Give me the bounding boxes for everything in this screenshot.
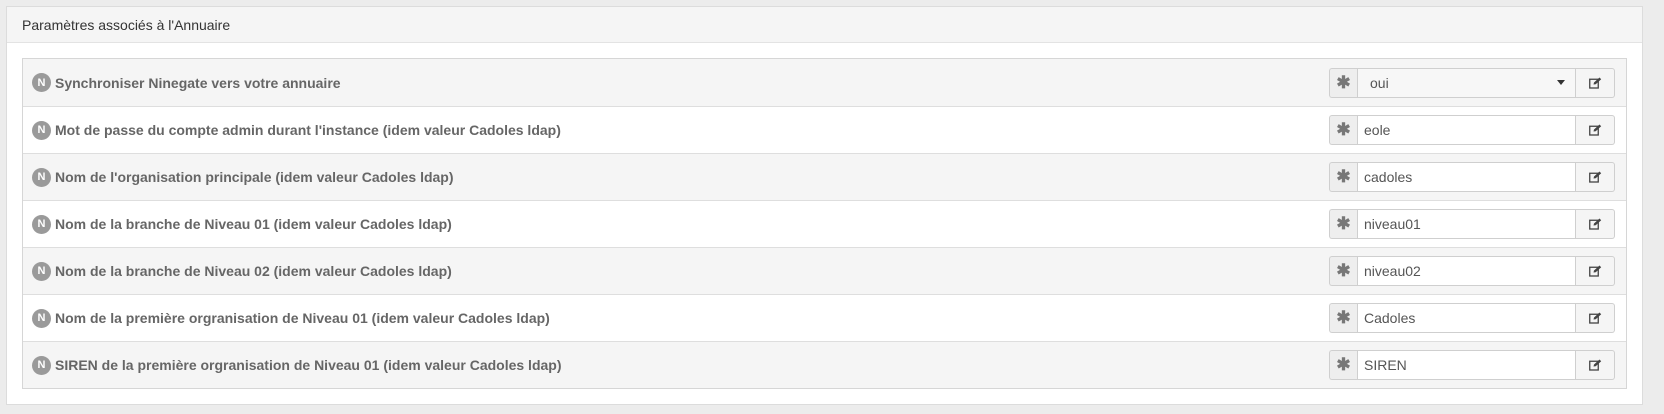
edit-icon <box>1588 312 1601 324</box>
asterisk-icon: ✱ <box>1329 209 1357 239</box>
setting-control: ✱ <box>1329 303 1615 333</box>
annuaire-settings-panel: Paramètres associés à l'Annuaire N Synch… <box>6 6 1643 405</box>
edit-button[interactable] <box>1576 115 1615 145</box>
edit-icon <box>1588 77 1601 89</box>
edit-button[interactable] <box>1576 162 1615 192</box>
panel-title: Paramètres associés à l'Annuaire <box>22 16 231 33</box>
n-badge-icon: N <box>32 261 51 281</box>
edit-button[interactable] <box>1576 67 1615 98</box>
sync-select[interactable]: oui <box>1357 67 1576 98</box>
edit-button[interactable] <box>1576 256 1615 286</box>
setting-control: ✱ <box>1329 162 1615 192</box>
asterisk-icon: ✱ <box>1329 350 1357 380</box>
n-badge-icon: N <box>32 120 51 140</box>
n-badge-icon: N <box>32 167 51 187</box>
n-badge-icon: N <box>32 214 51 234</box>
setting-label-group: N Mot de passe du compte admin durant l'… <box>32 120 561 140</box>
siren-input[interactable] <box>1357 350 1576 380</box>
panel-heading: Paramètres associés à l'Annuaire <box>7 7 1642 43</box>
setting-row: N Nom de la branche de Niveau 02 (idem v… <box>23 247 1626 294</box>
setting-row: N Nom de la première orgranisation de Ni… <box>23 294 1626 341</box>
first-organisation-input[interactable] <box>1357 303 1576 333</box>
select-value: oui <box>1370 74 1389 91</box>
edit-icon <box>1588 359 1601 371</box>
setting-label-group: N SIREN de la première orgranisation de … <box>32 355 562 375</box>
setting-row: N Synchroniser Ninegate vers votre annua… <box>23 59 1626 106</box>
edit-icon <box>1588 171 1601 183</box>
setting-control: ✱ oui <box>1329 67 1615 98</box>
n-badge-icon: N <box>32 73 51 92</box>
edit-button[interactable] <box>1576 350 1615 380</box>
niveau02-branch-input[interactable] <box>1357 256 1576 286</box>
setting-label-group: N Synchroniser Ninegate vers votre annua… <box>32 73 341 92</box>
setting-control: ✱ <box>1329 350 1615 380</box>
settings-table: N Synchroniser Ninegate vers votre annua… <box>22 58 1627 389</box>
setting-label-group: N Nom de la branche de Niveau 01 (idem v… <box>32 214 452 234</box>
asterisk-icon: ✱ <box>1329 303 1357 333</box>
setting-label-group: N Nom de la première orgranisation de Ni… <box>32 308 550 328</box>
setting-label: SIREN de la première orgranisation de Ni… <box>55 357 562 373</box>
asterisk-icon: ✱ <box>1329 115 1357 145</box>
setting-row: N Nom de l'organisation principale (idem… <box>23 153 1626 200</box>
n-badge-icon: N <box>32 308 51 328</box>
setting-label: Nom de la branche de Niveau 01 (idem val… <box>55 216 452 232</box>
setting-control: ✱ <box>1329 256 1615 286</box>
setting-label: Nom de la première orgranisation de Nive… <box>55 310 550 326</box>
setting-row: N SIREN de la première orgranisation de … <box>23 341 1626 388</box>
asterisk-icon: ✱ <box>1329 256 1357 286</box>
setting-row: N Mot de passe du compte admin durant l'… <box>23 106 1626 153</box>
n-badge-icon: N <box>32 355 51 375</box>
setting-row: N Nom de la branche de Niveau 01 (idem v… <box>23 200 1626 247</box>
setting-control: ✱ <box>1329 115 1615 145</box>
edit-icon <box>1588 124 1601 136</box>
organisation-input[interactable] <box>1357 162 1576 192</box>
niveau01-branch-input[interactable] <box>1357 209 1576 239</box>
admin-password-input[interactable] <box>1357 115 1576 145</box>
asterisk-icon: ✱ <box>1329 162 1357 192</box>
setting-label: Nom de l'organisation principale (idem v… <box>55 169 454 185</box>
caret-down-icon <box>1557 80 1565 85</box>
edit-button[interactable] <box>1576 303 1615 333</box>
edit-icon <box>1588 218 1601 230</box>
edit-button[interactable] <box>1576 209 1615 239</box>
edit-icon <box>1588 265 1601 277</box>
setting-label-group: N Nom de la branche de Niveau 02 (idem v… <box>32 261 452 281</box>
setting-label: Mot de passe du compte admin durant l'in… <box>55 122 561 138</box>
asterisk-icon: ✱ <box>1329 67 1357 98</box>
setting-label-group: N Nom de l'organisation principale (idem… <box>32 167 454 187</box>
setting-label: Nom de la branche de Niveau 02 (idem val… <box>55 263 452 279</box>
setting-control: ✱ <box>1329 209 1615 239</box>
setting-label: Synchroniser Ninegate vers votre annuair… <box>55 74 341 91</box>
